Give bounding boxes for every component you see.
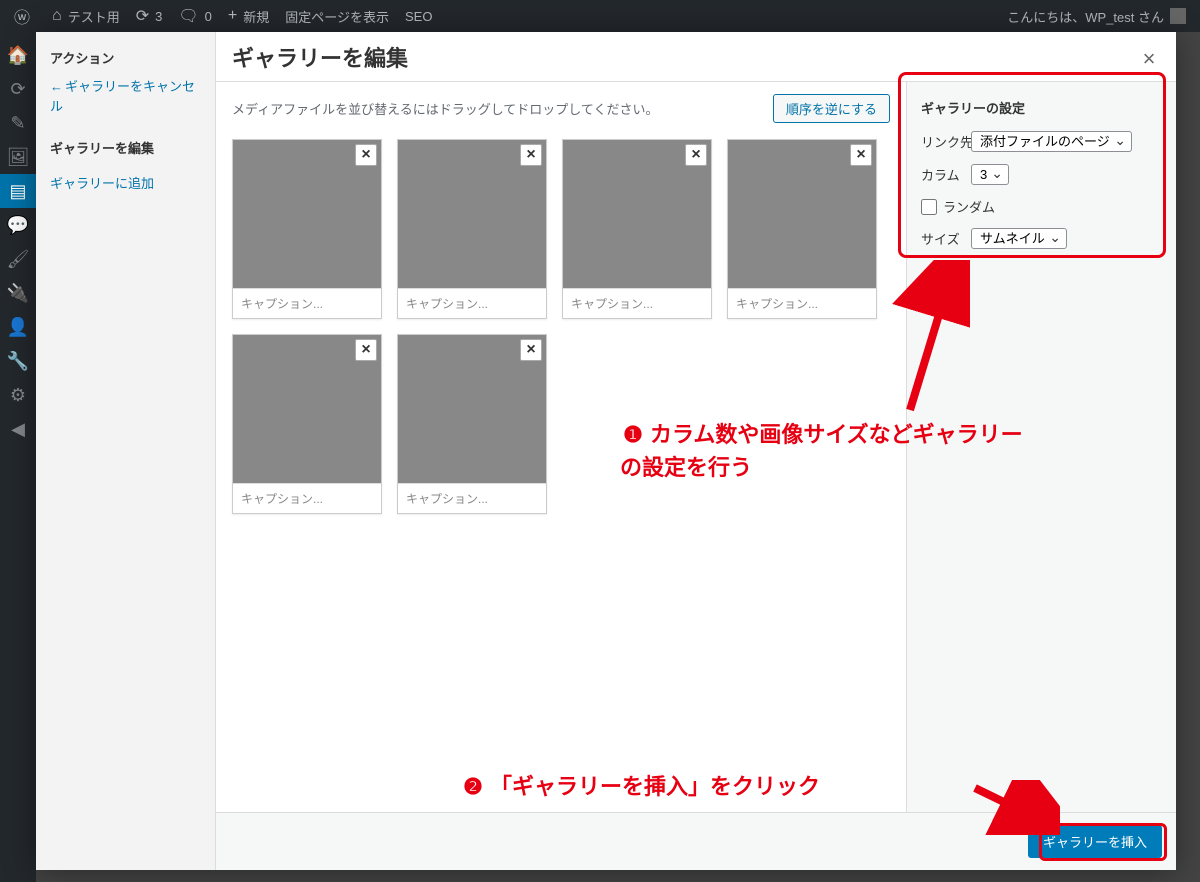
updates[interactable]: ⟳3 xyxy=(128,0,171,32)
gallery-item[interactable]: × キャプション... xyxy=(397,139,547,319)
tools-icon[interactable]: 🔧 xyxy=(0,344,36,378)
reverse-order-button[interactable]: 順序を逆にする xyxy=(773,94,890,123)
refresh-icon: ⟳ xyxy=(136,6,149,26)
columns-label: カラム xyxy=(921,165,971,184)
random-row: ランダム xyxy=(921,197,1162,216)
remove-button[interactable]: × xyxy=(355,339,377,361)
remove-button[interactable]: × xyxy=(355,144,377,166)
updates-icon[interactable]: ⟳ xyxy=(0,72,36,106)
add-to-gallery-link[interactable]: ギャラリーに追加 xyxy=(50,167,201,198)
columns-row: カラム 3 xyxy=(921,164,1162,185)
pages-icon[interactable]: ▤ xyxy=(0,174,36,208)
gallery-item[interactable]: × キャプション... xyxy=(232,334,382,514)
thumbnail: × xyxy=(398,335,546,483)
toolbar: メディアファイルを並び替えるにはドラッグしてドロップしてください。 順序を逆にす… xyxy=(216,82,906,131)
thumbnail: × xyxy=(398,140,546,288)
dashboard-icon[interactable]: 🏠 xyxy=(0,38,36,72)
thumbnail: × xyxy=(233,335,381,483)
view-page[interactable]: 固定ページを表示 xyxy=(277,0,397,32)
modal-header: ギャラリーを編集 xyxy=(216,32,1176,82)
wp-admin-bar: ⓦ ⌂テスト用 ⟳3 🗨0 +新規 固定ページを表示 SEO こんにちは、WP_… xyxy=(0,0,1200,32)
media-modal: アクション ←ギャラリーをキャンセル ギャラリーを編集 ギャラリーに追加 ギャラ… xyxy=(36,32,1176,870)
attachments-grid: × キャプション... × キャプション... × キャプション... × xyxy=(216,131,906,812)
avatar xyxy=(1170,8,1186,24)
random-label: ランダム xyxy=(943,197,993,216)
random-checkbox[interactable] xyxy=(921,199,937,215)
size-row: サイズ サムネイル xyxy=(921,228,1162,249)
size-label: サイズ xyxy=(921,229,971,248)
posts-icon[interactable]: ✎ xyxy=(0,106,36,140)
gallery-item[interactable]: × キャプション... xyxy=(232,139,382,319)
gallery-item[interactable]: × キャプション... xyxy=(562,139,712,319)
plus-icon: + xyxy=(228,7,237,25)
remove-button[interactable]: × xyxy=(685,144,707,166)
plugins-icon[interactable]: 🔌 xyxy=(0,276,36,310)
gallery-item[interactable]: × キャプション... xyxy=(397,334,547,514)
site-name[interactable]: ⌂テスト用 xyxy=(44,0,128,32)
caption-input[interactable]: キャプション... xyxy=(563,288,711,318)
caption-input[interactable]: キャプション... xyxy=(398,483,546,513)
media-icon[interactable]: 🖼 xyxy=(0,140,36,174)
comment-icon: 🗨 xyxy=(178,6,198,26)
collapse-icon[interactable]: ◀ xyxy=(0,412,36,446)
wp-admin-sidebar: 🏠 ⟳ ✎ 🖼 ▤ 💬 🖌 🔌 👤 🔧 ⚙ ◀ xyxy=(0,32,36,882)
modal-left-sidebar: アクション ←ギャラリーをキャンセル ギャラリーを編集 ギャラリーに追加 xyxy=(36,32,216,870)
settings-heading: ギャラリーの設定 xyxy=(921,98,1162,117)
link-to-label: リンク先 xyxy=(921,132,971,151)
wp-logo[interactable]: ⓦ xyxy=(6,0,44,32)
seo-menu[interactable]: SEO xyxy=(397,0,440,32)
gallery-item[interactable]: × キャプション... xyxy=(727,139,877,319)
remove-button[interactable]: × xyxy=(520,339,542,361)
remove-button[interactable]: × xyxy=(520,144,542,166)
caption-input[interactable]: キャプション... xyxy=(398,288,546,318)
caption-input[interactable]: キャプション... xyxy=(728,288,876,318)
home-icon: ⌂ xyxy=(52,7,62,25)
settings-icon[interactable]: ⚙ xyxy=(0,378,36,412)
remove-button[interactable]: × xyxy=(850,144,872,166)
modal-title: ギャラリーを編集 xyxy=(232,41,408,73)
drag-help-text: メディアファイルを並び替えるにはドラッグしてドロップしてください。 xyxy=(232,99,659,118)
link-to-row: リンク先 添付ファイルのページ xyxy=(921,131,1162,152)
users-icon[interactable]: 👤 xyxy=(0,310,36,344)
user-greeting[interactable]: こんにちは、WP_test さん xyxy=(999,7,1194,26)
thumbnail: × xyxy=(233,140,381,288)
columns-select[interactable]: 3 xyxy=(971,164,1009,185)
gallery-settings-sidebar: ギャラリーの設定 リンク先 添付ファイルのページ カラム 3 ランダム サイ xyxy=(906,82,1176,812)
actions-heading: アクション xyxy=(50,48,201,67)
thumbnail: × xyxy=(728,140,876,288)
size-select[interactable]: サムネイル xyxy=(971,228,1067,249)
insert-gallery-button[interactable]: ギャラリーを挿入 xyxy=(1028,825,1162,858)
comments-icon[interactable]: 💬 xyxy=(0,208,36,242)
wordpress-icon: ⓦ xyxy=(14,4,30,28)
caption-input[interactable]: キャプション... xyxy=(233,483,381,513)
new-content[interactable]: +新規 xyxy=(220,0,277,32)
modal-footer: ギャラリーを挿入 xyxy=(216,812,1176,870)
cancel-gallery-link[interactable]: ←ギャラリーをキャンセル xyxy=(50,77,201,116)
modal-main: ギャラリーを編集 × メディアファイルを並び替えるにはドラッグしてドロップしてく… xyxy=(216,32,1176,870)
link-to-select[interactable]: 添付ファイルのページ xyxy=(971,131,1132,152)
caption-input[interactable]: キャプション... xyxy=(233,288,381,318)
close-button[interactable]: × xyxy=(1134,44,1164,74)
thumbnail: × xyxy=(563,140,711,288)
edit-gallery-heading: ギャラリーを編集 xyxy=(50,138,201,157)
arrow-left-icon: ← xyxy=(50,79,63,94)
comments[interactable]: 🗨0 xyxy=(170,0,220,32)
appearance-icon[interactable]: 🖌 xyxy=(0,242,36,276)
